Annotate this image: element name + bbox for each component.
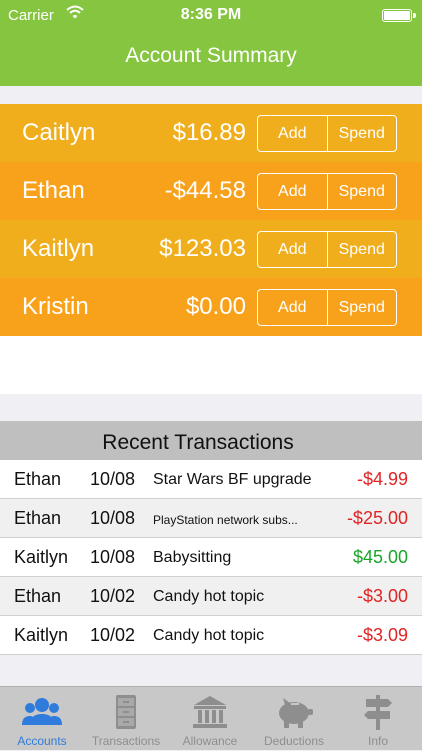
transaction-date: 10/08 xyxy=(90,547,136,567)
account-row-caitlyn: Caitlyn $16.89 Add Spend xyxy=(0,104,422,162)
transaction-account: Ethan xyxy=(14,508,62,528)
account-name: Ethan xyxy=(22,177,85,204)
account-balance: $16.89 xyxy=(172,119,246,146)
transaction-account: Kaitlyn xyxy=(14,547,69,567)
file-cabinet-icon xyxy=(116,695,136,729)
spend-button[interactable]: Spend xyxy=(326,116,397,151)
clock: 8:36 PM xyxy=(180,6,242,23)
tab-info[interactable]: Info xyxy=(336,687,420,751)
account-name: Kristin xyxy=(22,293,89,320)
tab-label: Accounts xyxy=(17,734,67,748)
add-button[interactable]: Add xyxy=(258,174,327,209)
add-button[interactable]: Add xyxy=(258,116,327,151)
tab-deductions[interactable]: Deductions xyxy=(252,687,336,751)
transaction-description: PlayStation network subs... xyxy=(153,513,298,527)
transaction-description: Candy hot topic xyxy=(153,627,265,644)
transaction-account: Kaitlyn xyxy=(14,625,69,645)
tab-label: Deductions xyxy=(263,734,325,748)
account-name: Caitlyn xyxy=(22,119,96,146)
spend-button[interactable]: Spend xyxy=(326,174,397,209)
account-actions: Add Spend xyxy=(257,115,397,152)
tab-transactions[interactable]: Transactions xyxy=(84,687,168,751)
transaction-row[interactable]: Ethan 10/08 PlayStation network subs... … xyxy=(0,499,422,538)
tab-label: Allowance xyxy=(182,734,238,748)
account-actions: Add Spend xyxy=(257,289,397,326)
transaction-amount: -$3.09 xyxy=(356,625,408,645)
bank-icon xyxy=(193,696,227,728)
accounts-list: Caitlyn $16.89 Add Spend Ethan -$44.58 A… xyxy=(0,104,422,394)
account-row-kaitlyn: Kaitlyn $123.03 Add Spend xyxy=(0,220,422,278)
section-header: Recent Transactions xyxy=(0,421,422,460)
nav-bar: Carrier 8:36 PM Account Summary xyxy=(0,0,422,86)
account-balance: $123.03 xyxy=(159,235,246,262)
transaction-date: 10/08 xyxy=(90,469,136,489)
transaction-amount: $45.00 xyxy=(352,547,408,567)
tab-label: Info xyxy=(367,734,388,748)
recent-transactions: Recent Transactions Ethan 10/08 Star War… xyxy=(0,421,422,686)
transaction-date: 10/08 xyxy=(90,508,136,528)
signpost-icon xyxy=(364,695,392,730)
transaction-amount: -$3.00 xyxy=(356,586,408,606)
account-actions: Add Spend xyxy=(257,173,397,210)
transaction-amount: -$25.00 xyxy=(346,508,408,528)
page-title: Account Summary xyxy=(125,44,297,67)
account-row-ethan: Ethan -$44.58 Add Spend xyxy=(0,162,422,220)
section-title: Recent Transactions xyxy=(102,431,294,454)
transaction-account: Ethan xyxy=(14,586,62,606)
account-balance: -$44.58 xyxy=(164,177,246,204)
piggy-bank-icon xyxy=(279,698,313,728)
transaction-row[interactable]: Ethan 10/08 Star Wars BF upgrade -$4.99 xyxy=(0,460,422,499)
transaction-description: Star Wars BF upgrade xyxy=(153,471,312,488)
transaction-description: Candy hot topic xyxy=(153,588,265,605)
transaction-date: 10/02 xyxy=(90,625,136,645)
account-actions: Add Spend xyxy=(257,231,397,268)
transaction-description: Babysitting xyxy=(153,549,232,566)
transaction-amount: -$4.99 xyxy=(356,469,408,489)
transaction-date: 10/02 xyxy=(90,586,136,606)
transaction-row[interactable]: Ethan 10/02 Candy hot topic -$3.00 xyxy=(0,577,422,616)
add-button[interactable]: Add xyxy=(258,290,327,325)
tab-allowance[interactable]: Allowance xyxy=(168,687,252,751)
people-icon xyxy=(22,698,62,725)
transaction-row[interactable]: Kaitlyn 10/08 Babysitting $45.00 xyxy=(0,538,422,577)
add-button[interactable]: Add xyxy=(258,232,327,267)
status-bar: Carrier 8:36 PM xyxy=(0,0,422,30)
tab-accounts[interactable]: Accounts xyxy=(0,687,84,751)
account-row-kristin: Kristin $0.00 Add Spend xyxy=(0,278,422,336)
tab-label: Transactions xyxy=(91,734,161,748)
account-balance: $0.00 xyxy=(185,293,246,320)
transaction-account: Ethan xyxy=(14,469,62,489)
transaction-row[interactable]: Kaitlyn 10/02 Candy hot topic -$3.09 xyxy=(0,616,422,655)
account-name: Kaitlyn xyxy=(22,235,95,262)
tab-bar: Accounts Transactions Allowance Deductio… xyxy=(0,686,422,750)
spend-button[interactable]: Spend xyxy=(326,232,397,267)
spend-button[interactable]: Spend xyxy=(326,290,397,325)
battery-icon xyxy=(382,9,416,22)
